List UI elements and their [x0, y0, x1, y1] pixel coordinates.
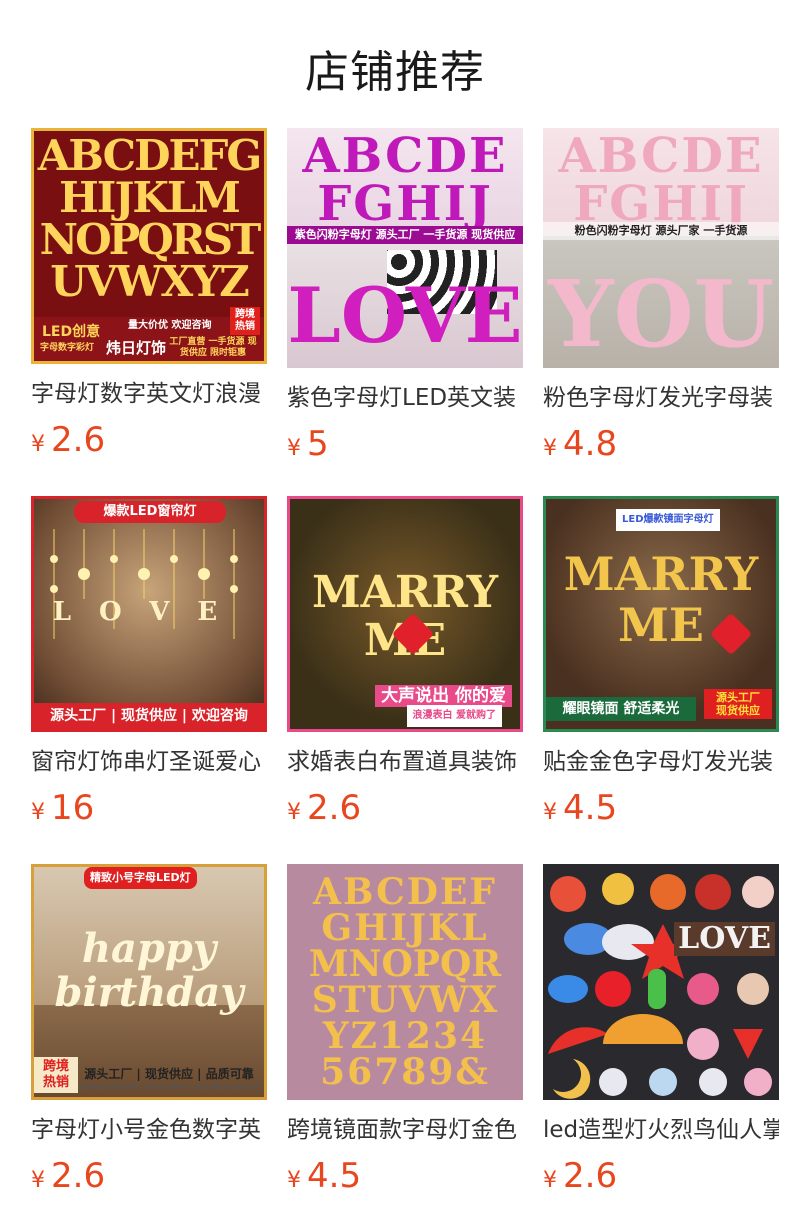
product-image[interactable]: 精致小号字母LED灯 happy birthday 跨境热销 源头工厂 | 现货… [31, 864, 267, 1100]
image-letters-line: 56789& [320, 1051, 490, 1093]
image-letters-line: ABCDEFG [37, 131, 262, 180]
price-value: 2.6 [563, 1156, 618, 1196]
product-name[interactable]: 求婚表白布置道具装饰 [287, 746, 523, 778]
image-banner: 爆款LED窗帘灯 [74, 501, 226, 523]
image-letters-line: FGHIJ [317, 176, 493, 232]
product-price: ¥16 [31, 788, 267, 834]
product-card[interactable]: LOVE led造型灯火烈鸟仙人掌 ¥2.6 [543, 864, 779, 1202]
price-value: 5 [307, 424, 329, 464]
price-value: 2.6 [51, 1156, 106, 1196]
image-subbanner: 浪漫表白 爱就购了 [406, 705, 502, 727]
currency-symbol: ¥ [287, 1168, 301, 1193]
product-name[interactable]: 跨境镜面款字母灯金色 [287, 1114, 523, 1146]
hot-badge: 跨境热销 [34, 1057, 78, 1093]
image-letters-line: UVWXYZ [50, 257, 250, 306]
image-subbanner: SOURCE FACTORY | SPOT SUPPLY | RELIABLE … [78, 1084, 260, 1091]
product-name[interactable]: 窗帘灯饰串灯圣诞爱心 [31, 746, 267, 778]
product-price: ¥2.6 [543, 1156, 779, 1202]
image-letters-line: YZ1234 [322, 1015, 488, 1057]
product-image[interactable]: 爆款LED窗帘灯 LOVE 源头工厂 | 现货供应 | 欢迎咨询 [31, 496, 267, 732]
price-value: 4.5 [563, 788, 618, 828]
product-card[interactable]: ABCDEFG HIJKLM NOPQRST UVWXYZ LED创意 字母数字… [31, 128, 267, 466]
image-tag: 源头工厂 现货供应 [704, 689, 772, 719]
section-title: 店铺推荐 [305, 47, 485, 98]
price-value: 2.6 [51, 420, 106, 460]
currency-symbol: ¥ [543, 1168, 557, 1193]
product-price: ¥4.5 [543, 788, 779, 834]
price-value: 16 [51, 788, 95, 828]
curtain-lights [50, 529, 238, 639]
image-letters-line: GHIJKL [321, 907, 489, 949]
image-banner: 大声说出 你的爱 [375, 685, 512, 707]
product-image[interactable]: LED爆款镜面字母灯 MARRY ME 耀眼镜面 舒适柔光 源头工厂 现货供应 [543, 496, 779, 732]
currency-symbol: ¥ [287, 800, 301, 825]
image-band: 粉色闪粉字母灯 源头厂家 一手货源 [543, 222, 779, 240]
price-value: 4.5 [307, 1156, 362, 1196]
product-name[interactable]: 字母灯小号金色数字英 [31, 1114, 267, 1146]
shape-lights [548, 873, 774, 1099]
product-image[interactable]: MARRY ME 大声说出 你的爱 浪漫表白 爱就购了 [287, 496, 523, 732]
product-card[interactable]: ABCDE FGHIJ 粉色闪粉字母灯 源头厂家 一手货源 YOU 粉色字母灯发… [543, 128, 779, 470]
product-card[interactable]: MARRY ME 大声说出 你的爱 浪漫表白 爱就购了 求婚表白布置道具装饰 ¥… [287, 496, 523, 834]
image-letters-line: FGHIJ [573, 176, 749, 232]
price-value: 4.8 [563, 424, 618, 464]
product-image[interactable]: ABCDEF GHIJKL MNOPQR STUVWX YZ1234 56789… [287, 864, 523, 1100]
image-word: LOVE [674, 922, 775, 956]
product-price: ¥4.8 [543, 424, 779, 470]
image-banner: 耀眼镜面 舒适柔光 [546, 697, 696, 721]
image-letters-line: ABCDEF [313, 871, 497, 913]
image-word: YOU [547, 260, 775, 368]
product-image[interactable]: ABCDEFG HIJKLM NOPQRST UVWXYZ LED创意 字母数字… [31, 128, 267, 364]
image-word: LOVE [52, 597, 246, 627]
image-letters-line: ABCDE [302, 128, 508, 184]
product-price: ¥4.5 [287, 1156, 523, 1202]
image-tag: 字母数字彩灯 [40, 343, 95, 353]
image-banner: 源头工厂 | 现货供应 | 欢迎咨询 [34, 703, 264, 729]
product-card[interactable]: ABCDE FGHIJ 紫色闪粉字母灯 源头工厂 一手货源 现货供应 LOVE … [287, 128, 523, 470]
product-name[interactable]: 字母灯数字英文灯浪漫 [31, 378, 267, 410]
currency-symbol: ¥ [31, 800, 45, 825]
currency-symbol: ¥ [543, 436, 557, 461]
image-top-label: 精致小号字母LED灯 [84, 867, 197, 889]
product-price: ¥2.6 [31, 1156, 267, 1202]
image-word: LOVE [287, 271, 523, 360]
image-top-label: LED爆款镜面字母灯 [616, 509, 720, 531]
image-band: 紫色闪粉字母灯 源头工厂 一手货源 现货供应 [287, 226, 523, 244]
product-image[interactable]: ABCDE FGHIJ 紫色闪粉字母灯 源头工厂 一手货源 现货供应 LOVE [287, 128, 523, 368]
product-image[interactable]: LOVE [543, 864, 779, 1100]
image-tag: 量大价优 欢迎咨询 [128, 320, 212, 331]
currency-symbol: ¥ [31, 432, 45, 457]
image-letters-line: HIJKLM [59, 173, 241, 222]
image-tag: 工厂直营 一手货源 现货供应 限时钜惠 [169, 337, 257, 358]
image-letters-line: MNOPQR [308, 943, 502, 985]
image-letters-line: NOPQRST [39, 215, 262, 264]
product-card[interactable]: ABCDEF GHIJKL MNOPQR STUVWX YZ1234 56789… [287, 864, 523, 1202]
currency-symbol: ¥ [543, 800, 557, 825]
product-image[interactable]: ABCDE FGHIJ 粉色闪粉字母灯 源头厂家 一手货源 YOU [543, 128, 779, 368]
product-card[interactable]: 精致小号字母LED灯 happy birthday 跨境热销 源头工厂 | 现货… [31, 864, 267, 1202]
currency-symbol: ¥ [31, 1168, 45, 1193]
product-card[interactable]: 爆款LED窗帘灯 LOVE 源头工厂 | 现货供应 | 欢迎咨询 窗帘灯饰串灯圣… [31, 496, 267, 834]
product-name[interactable]: 粉色字母灯发光字母装 [543, 382, 779, 414]
hot-badge: 跨境热销 [230, 307, 260, 335]
image-word: MARRY ME [311, 567, 499, 665]
currency-symbol: ¥ [287, 436, 301, 461]
product-card[interactable]: LED爆款镜面字母灯 MARRY ME 耀眼镜面 舒适柔光 源头工厂 现货供应 … [543, 496, 779, 834]
product-price: ¥5 [287, 424, 523, 470]
price-value: 2.6 [307, 788, 362, 828]
product-price: ¥2.6 [287, 788, 523, 834]
image-letters-line: ABCDE [558, 128, 764, 184]
product-name[interactable]: 紫色字母灯LED英文装 [287, 382, 523, 414]
product-price: ¥2.6 [31, 420, 267, 466]
image-word: happy birthday [54, 925, 244, 1016]
product-name[interactable]: led造型灯火烈鸟仙人掌 [543, 1114, 779, 1146]
product-name[interactable]: 贴金金色字母灯发光装 [543, 746, 779, 778]
image-letters-line: STUVWX [311, 979, 499, 1021]
